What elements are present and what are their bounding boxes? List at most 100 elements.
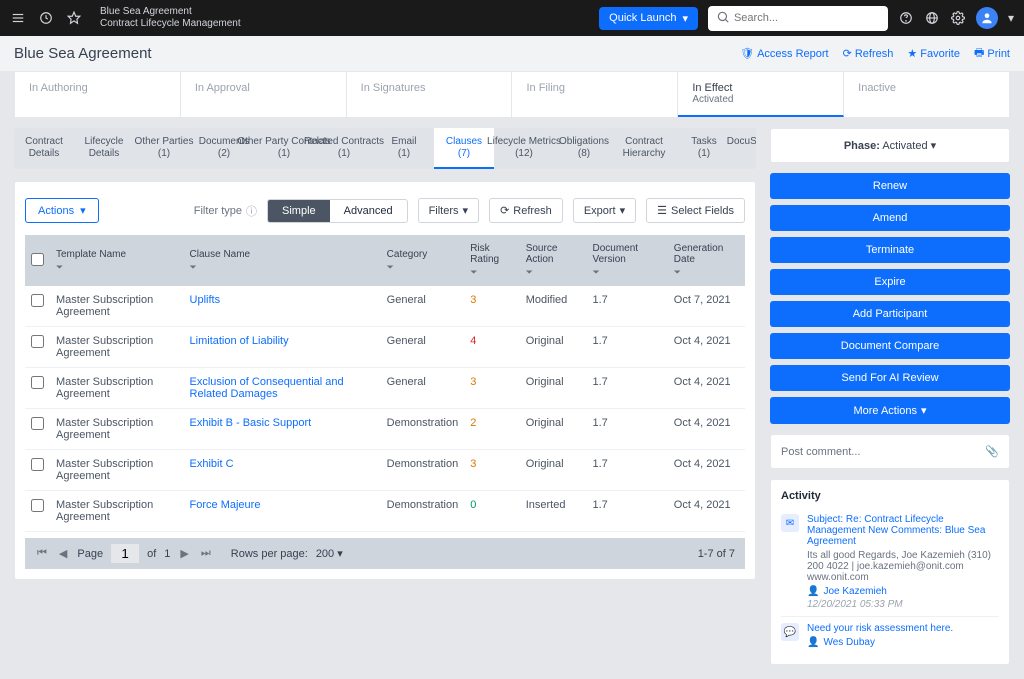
- attachment-icon[interactable]: 📎: [985, 445, 999, 458]
- sub-tab[interactable]: Other Party Contacts(1): [254, 128, 314, 169]
- actions-button[interactable]: Actions ▾: [25, 198, 99, 223]
- column-header[interactable]: [25, 235, 50, 286]
- select-fields-button[interactable]: ☰Select Fields: [646, 198, 745, 223]
- column-header[interactable]: Source Action⏷: [520, 235, 587, 286]
- column-header[interactable]: Template Name⏷: [50, 235, 184, 286]
- rows-per-page[interactable]: 200 ▾: [316, 547, 343, 560]
- clause-link[interactable]: Uplifts: [190, 294, 221, 306]
- sub-tab[interactable]: LifecycleDetails: [74, 128, 134, 169]
- quick-launch-button[interactable]: Quick Launch ▾: [599, 7, 698, 30]
- side-action-button[interactable]: More Actions ▾: [770, 397, 1010, 424]
- sub-tab[interactable]: Documents(2): [194, 128, 254, 169]
- column-header[interactable]: Document Version⏷: [587, 235, 668, 286]
- row-checkbox[interactable]: [31, 417, 44, 430]
- last-page-icon[interactable]: ⏭: [199, 547, 213, 560]
- side-action-button[interactable]: Amend: [770, 205, 1010, 231]
- activity-user[interactable]: 👤Joe Kazemieh: [807, 586, 999, 597]
- chevron-down-icon: ▾: [620, 204, 626, 217]
- avatar[interactable]: [976, 7, 998, 29]
- row-checkbox[interactable]: [31, 458, 44, 471]
- column-header[interactable]: Generation Date⏷: [668, 235, 745, 286]
- chevron-down-icon: ▾: [931, 140, 937, 152]
- print-button[interactable]: 🖶Print: [974, 44, 1010, 63]
- clause-link[interactable]: Limitation of Liability: [190, 335, 289, 347]
- sub-tab[interactable]: ContractDetails: [14, 128, 74, 169]
- sub-tab[interactable]: Obligations(8): [554, 128, 614, 169]
- phase-tab[interactable]: In Signatures: [347, 72, 513, 117]
- select-all-checkbox[interactable]: [31, 253, 44, 266]
- prev-page-icon[interactable]: ◀: [57, 547, 69, 560]
- search-box[interactable]: [708, 6, 888, 31]
- phase-tab[interactable]: Inactive: [844, 72, 1009, 117]
- info-icon[interactable]: ⓘ: [246, 203, 257, 219]
- sub-tab[interactable]: Tasks(1): [674, 128, 734, 169]
- row-summary: 1-7 of 7: [698, 548, 735, 560]
- filter-icon[interactable]: ⏷: [593, 267, 662, 278]
- sub-tab[interactable]: Related Contracts(1): [314, 128, 374, 169]
- clause-link[interactable]: Exhibit B - Basic Support: [190, 417, 312, 429]
- phase-tab[interactable]: In EffectActivated: [678, 72, 844, 117]
- page-input[interactable]: [111, 544, 139, 563]
- filter-advanced[interactable]: Advanced: [330, 200, 407, 222]
- filters-button[interactable]: Filters▾: [418, 198, 479, 223]
- filter-icon[interactable]: ⏷: [56, 262, 178, 273]
- chevron-down-icon[interactable]: ▾: [1008, 11, 1014, 25]
- phase-card[interactable]: Phase: Activated ▾: [770, 128, 1010, 163]
- export-button[interactable]: Export▾: [573, 198, 636, 223]
- sub-tab[interactable]: DocuSign Status: [734, 128, 756, 169]
- filter-icon[interactable]: ⏷: [190, 262, 375, 273]
- row-checkbox[interactable]: [31, 499, 44, 512]
- comment-box[interactable]: Post comment... 📎: [770, 434, 1010, 469]
- sub-tab[interactable]: ContractHierarchy: [614, 128, 674, 169]
- row-checkbox[interactable]: [31, 294, 44, 307]
- sub-tab[interactable]: Lifecycle Metrics(12): [494, 128, 554, 169]
- cell-category: Demonstration: [381, 450, 465, 491]
- help-icon[interactable]: [898, 10, 914, 26]
- clause-link[interactable]: Force Majeure: [190, 499, 261, 511]
- row-checkbox[interactable]: [31, 335, 44, 348]
- activity-subject[interactable]: Subject: Re: Contract Lifecycle Manageme…: [807, 514, 999, 547]
- access-report-button[interactable]: 🛡Access Report: [740, 47, 829, 60]
- chevron-down-icon: ▾: [337, 548, 343, 560]
- filter-type-toggle[interactable]: Simple Advanced: [267, 199, 408, 223]
- sub-tab[interactable]: Email(1): [374, 128, 434, 169]
- activity-subject[interactable]: Need your risk assessment here.: [807, 623, 953, 634]
- history-icon[interactable]: [38, 10, 54, 26]
- row-checkbox[interactable]: [31, 376, 44, 389]
- filter-icon[interactable]: ⏷: [674, 267, 739, 278]
- side-action-button[interactable]: Renew: [770, 173, 1010, 199]
- refresh-button[interactable]: ⟳Refresh: [843, 47, 894, 60]
- cell-date: Oct 4, 2021: [668, 327, 745, 368]
- favorite-button[interactable]: ★Favorite: [907, 47, 960, 60]
- column-header[interactable]: Risk Rating⏷: [464, 235, 520, 286]
- column-header[interactable]: Clause Name⏷: [184, 235, 381, 286]
- filter-icon[interactable]: ⏷: [470, 267, 514, 278]
- filter-simple[interactable]: Simple: [268, 200, 330, 222]
- globe-icon[interactable]: [924, 10, 940, 26]
- first-page-icon[interactable]: ⏮: [35, 547, 49, 560]
- column-header[interactable]: Category⏷: [381, 235, 465, 286]
- activity-user[interactable]: 👤Wes Dubay: [807, 637, 953, 648]
- clause-link[interactable]: Exhibit C: [190, 458, 234, 470]
- star-icon: ★: [907, 47, 917, 60]
- search-input[interactable]: [734, 12, 880, 24]
- side-action-button[interactable]: Terminate: [770, 237, 1010, 263]
- phase-tab[interactable]: In Filing: [512, 72, 678, 117]
- next-page-icon[interactable]: ▶: [178, 547, 190, 560]
- phase-tab[interactable]: In Approval: [181, 72, 347, 117]
- menu-icon[interactable]: [10, 10, 26, 26]
- side-action-button[interactable]: Add Participant: [770, 301, 1010, 327]
- sub-tab[interactable]: Other Parties(1): [134, 128, 194, 169]
- chevron-down-icon: ▾: [682, 12, 688, 25]
- phase-tab[interactable]: In Authoring: [15, 72, 181, 117]
- star-icon[interactable]: [66, 10, 82, 26]
- side-action-button[interactable]: Send For AI Review: [770, 365, 1010, 391]
- gear-icon[interactable]: [950, 10, 966, 26]
- sub-tab[interactable]: Clauses(7): [434, 128, 494, 169]
- side-action-button[interactable]: Document Compare: [770, 333, 1010, 359]
- grid-refresh-button[interactable]: ⟳Refresh: [489, 198, 563, 223]
- side-action-button[interactable]: Expire: [770, 269, 1010, 295]
- filter-icon[interactable]: ⏷: [526, 267, 581, 278]
- filter-icon[interactable]: ⏷: [387, 262, 459, 273]
- clause-link[interactable]: Exclusion of Consequential and Related D…: [190, 376, 344, 400]
